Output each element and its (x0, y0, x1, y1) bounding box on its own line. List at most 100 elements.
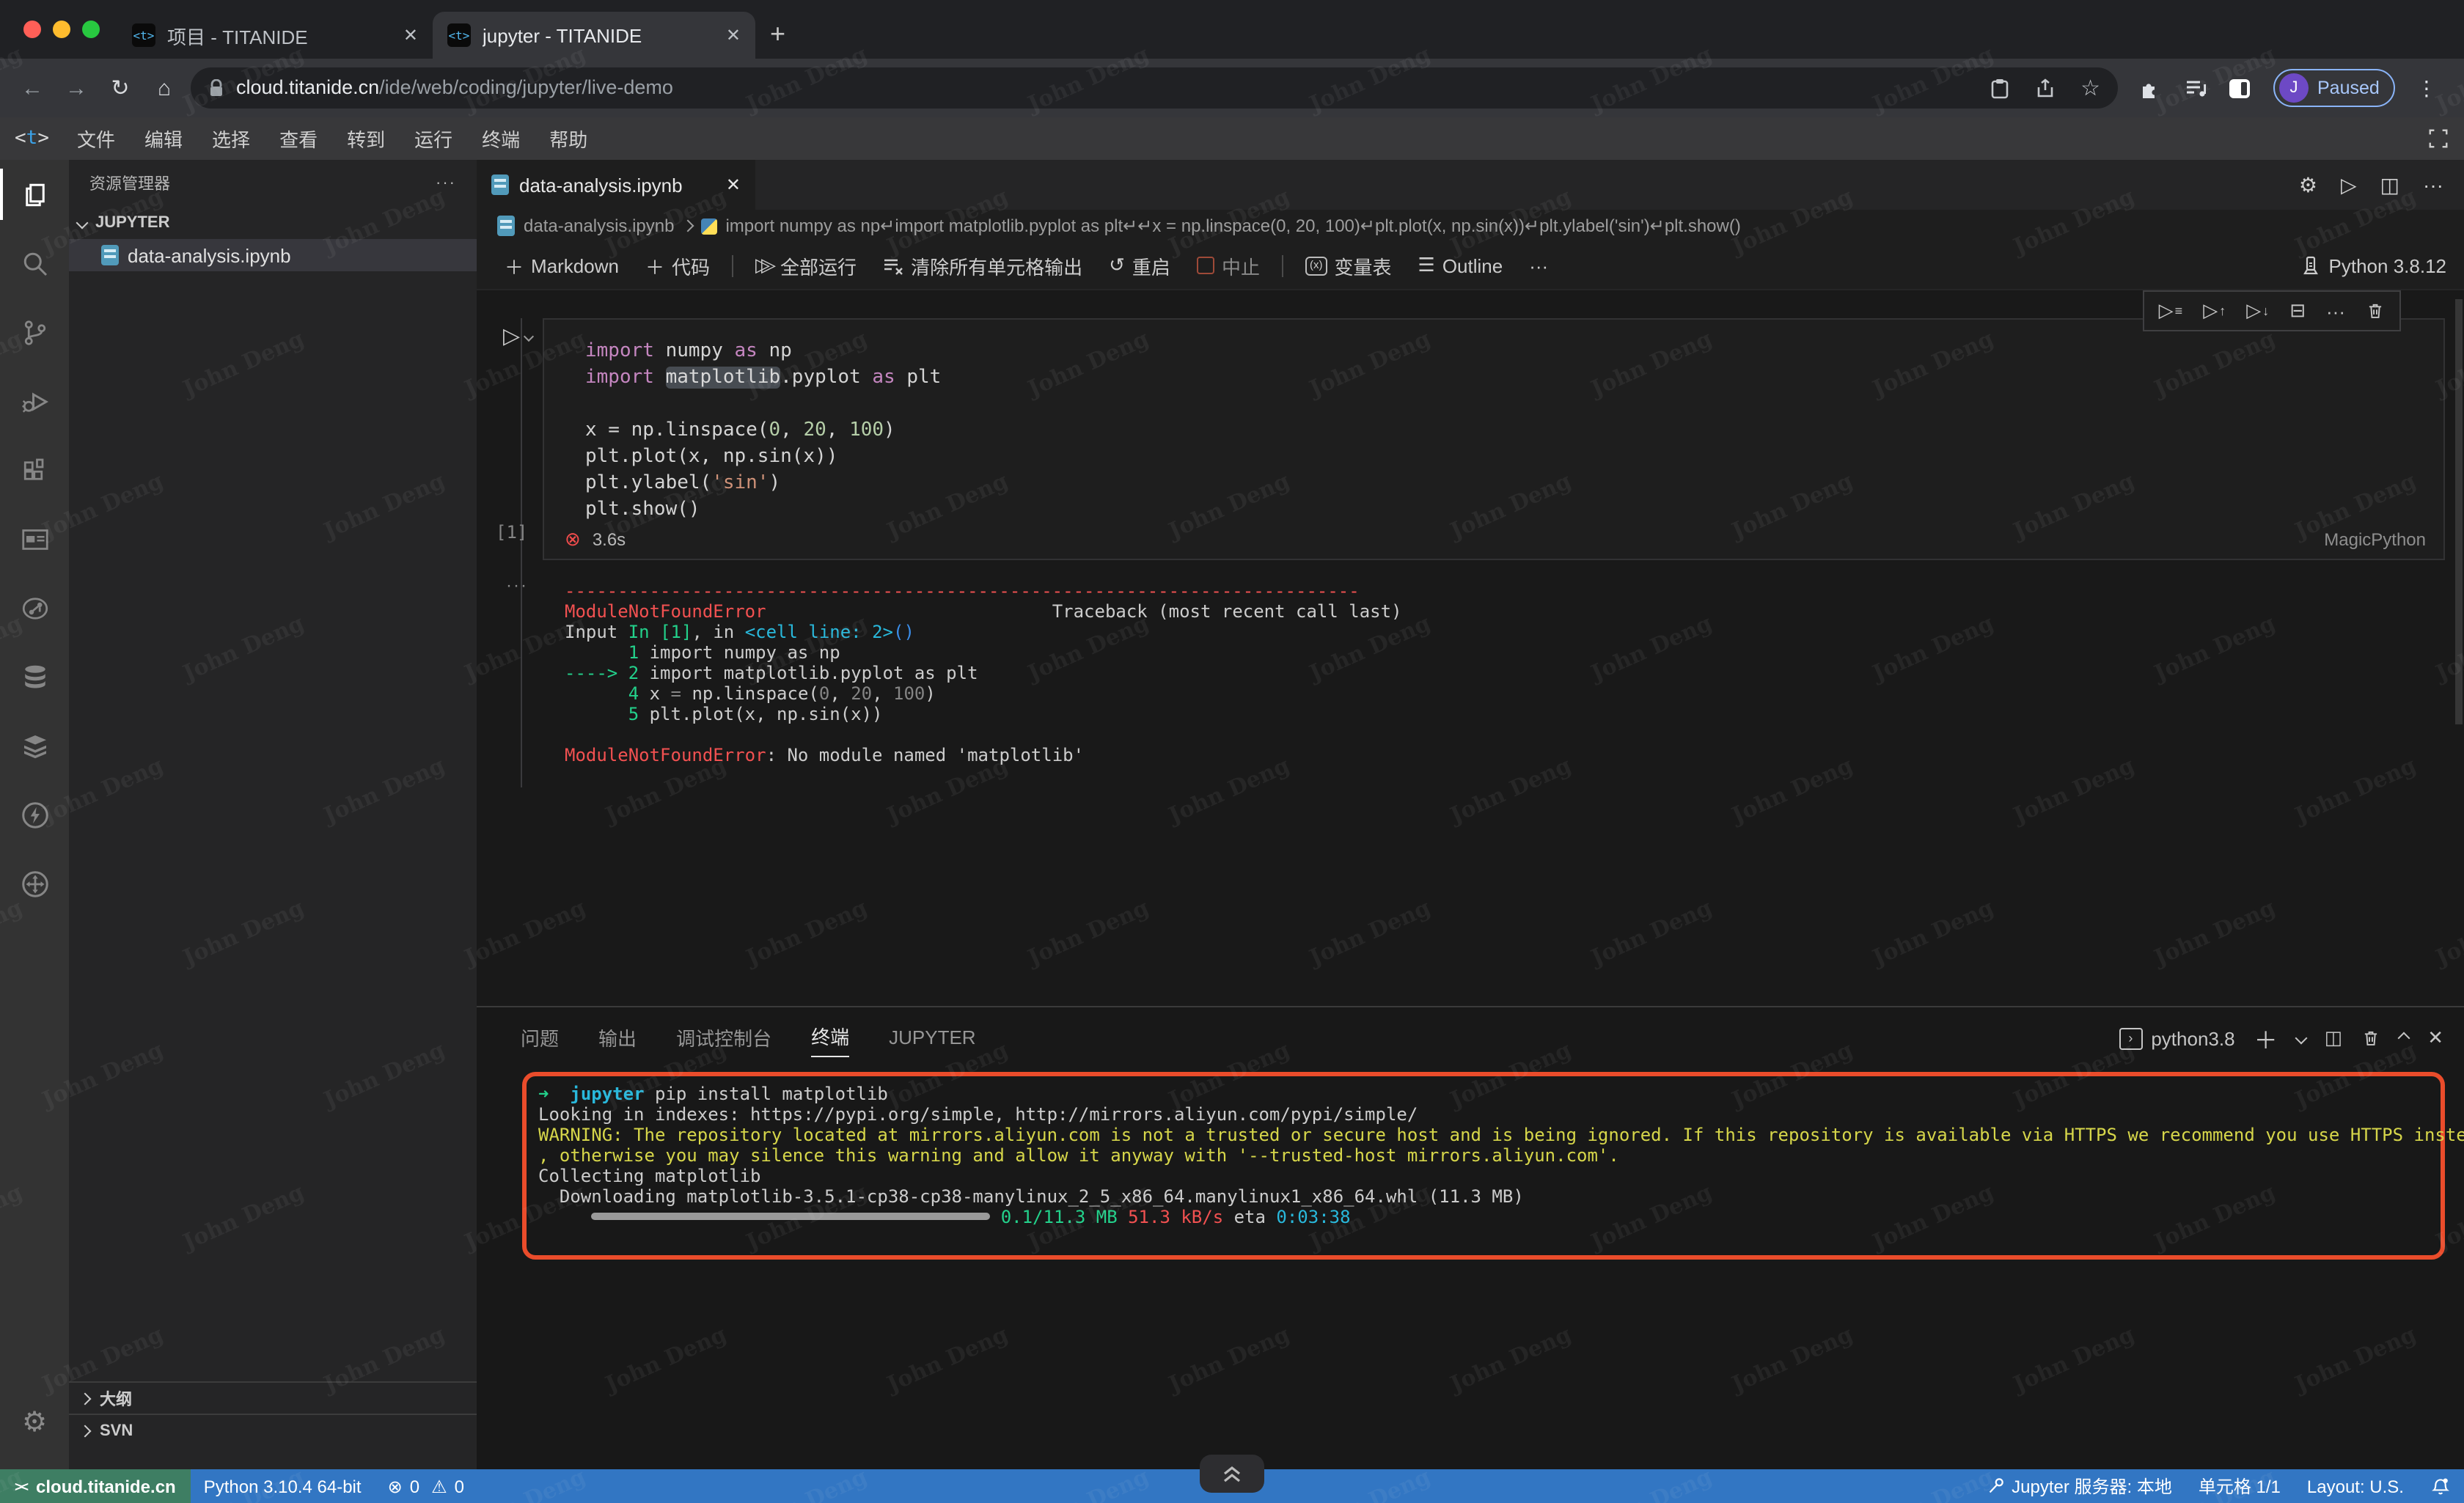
notebook-settings-gear-icon[interactable]: ⚙ (2299, 172, 2317, 197)
kill-terminal-icon[interactable] (2361, 1028, 2380, 1048)
remote-indicator[interactable]: >< cloud.titanide.cn (0, 1469, 191, 1503)
minimize-window-button[interactable] (53, 21, 70, 38)
activity-redis-button[interactable] (0, 711, 69, 780)
cell-language[interactable]: MagicPython (2324, 529, 2426, 550)
panel-tab-problems[interactable]: 问题 (521, 1017, 559, 1056)
close-editor-tab-icon[interactable]: ✕ (726, 174, 741, 195)
breadcrumb-code-summary[interactable]: import numpy as np↵import matplotlib.pyp… (725, 216, 1740, 236)
run-notebook-icon[interactable]: ▷ (2341, 172, 2357, 197)
settings-gear-icon[interactable]: ⚙ (0, 1389, 69, 1458)
run-below-icon[interactable]: ▷↓ (2246, 299, 2269, 323)
sidebar-more-actions-icon[interactable]: ··· (436, 174, 456, 192)
save-page-icon[interactable] (1990, 77, 2009, 99)
split-editor-icon[interactable]: ◫ (2380, 172, 2399, 197)
menu-edit[interactable]: 编辑 (131, 125, 196, 152)
add-markdown-button[interactable]: ＋Markdown (494, 251, 629, 279)
execute-cell-and-below-icon[interactable]: ▷≡ (2159, 299, 2183, 323)
share-icon[interactable] (2035, 77, 2054, 99)
run-cell-button[interactable]: ▷ (503, 323, 532, 349)
layout-status[interactable]: Layout: U.S. (2294, 1476, 2417, 1496)
cell-more-actions-icon[interactable]: ··· (2326, 300, 2345, 322)
shell-selector[interactable]: › python3.8 (2119, 1027, 2234, 1049)
restart-kernel-button[interactable]: ↺重启 (1099, 251, 1181, 279)
browser-tab-project[interactable]: <t> 项目 - TITANIDE ✕ (117, 12, 433, 59)
terminal-dropdown-icon[interactable] (2295, 1032, 2307, 1045)
activity-run-debug-button[interactable] (0, 367, 69, 436)
editor-scrollbar[interactable] (2455, 299, 2463, 724)
problems-status[interactable]: ⊗0 ⚠0 (375, 1476, 477, 1496)
editor-more-actions-icon[interactable]: ··· (2423, 173, 2443, 196)
interrupt-button[interactable]: 中止 (1187, 251, 1270, 279)
activity-svn-button[interactable] (0, 573, 69, 642)
toolbar-more-icon[interactable]: ··· (1519, 254, 1558, 276)
activity-scale-button[interactable] (0, 849, 69, 918)
bookmark-star-icon[interactable]: ☆ (2080, 75, 2100, 101)
outline-button[interactable]: ☰Outline (1408, 254, 1514, 277)
screen: <t> 项目 - TITANIDE ✕ <t> jupyter - TITANI… (0, 0, 2464, 1503)
sidebar-section-outline[interactable]: 大纲 (69, 1381, 477, 1414)
menu-run[interactable]: 运行 (401, 125, 466, 152)
breadcrumb[interactable]: data-analysis.ipynb import numpy as np↵i… (477, 210, 2464, 242)
add-code-button[interactable]: ＋代码 (635, 251, 720, 279)
panel-tab-debug-console[interactable]: 调试控制台 (676, 1017, 771, 1056)
back-icon[interactable]: ← (15, 76, 50, 100)
activity-explorer-button[interactable] (0, 160, 69, 229)
sidebar-section-jupyter[interactable]: JUPYTER (69, 207, 477, 239)
panel-tab-jupyter[interactable]: JUPYTER (889, 1020, 975, 1054)
restore-panel-button[interactable] (1200, 1455, 1264, 1493)
activity-power-button[interactable] (0, 780, 69, 849)
terminal-output[interactable]: ➜ jupyter pip install matplotlibLooking … (538, 1084, 2429, 1227)
maximize-panel-icon[interactable] (2398, 1032, 2410, 1045)
activity-source-control-button[interactable] (0, 298, 69, 367)
editor-tab-notebook[interactable]: data-analysis.ipynb ✕ (477, 160, 755, 210)
cell-code[interactable]: import numpy as npimport matplotlib.pypl… (544, 320, 2443, 523)
extensions-puzzle-icon[interactable] (2138, 76, 2163, 100)
split-terminal-icon[interactable]: ◫ (2325, 1026, 2343, 1050)
menu-view[interactable]: 查看 (266, 125, 331, 152)
fullscreen-icon[interactable] (2427, 128, 2449, 150)
cell-indicator-status[interactable]: 单元格 1/1 (2185, 1474, 2294, 1499)
home-icon[interactable]: ⌂ (147, 76, 182, 100)
run-above-icon[interactable]: ▷↑ (2203, 299, 2226, 323)
panel-tab-terminal[interactable]: 终端 (811, 1016, 849, 1057)
close-tab-icon[interactable]: ✕ (726, 25, 741, 45)
maximize-window-button[interactable] (82, 21, 100, 38)
activity-search-button[interactable] (0, 229, 69, 298)
jupyter-server-status[interactable]: Jupyter 服务器: 本地 (1972, 1474, 2185, 1499)
code-cell[interactable]: import numpy as npimport matplotlib.pypl… (543, 318, 2445, 560)
file-item-notebook[interactable]: data-analysis.ipynb (69, 239, 477, 271)
notifications-bell-icon[interactable] (2417, 1476, 2464, 1496)
kernel-picker[interactable]: Python 3.8.12 (2301, 254, 2446, 276)
activity-extensions-button[interactable] (0, 436, 69, 504)
variables-button[interactable]: (x)变量表 (1295, 251, 1402, 279)
playlist-icon[interactable] (2184, 77, 2209, 99)
menu-terminal[interactable]: 终端 (469, 125, 533, 152)
activity-preview-button[interactable] (0, 504, 69, 573)
delete-cell-icon[interactable] (2366, 301, 2385, 321)
browser-tab-jupyter[interactable]: <t> jupyter - TITANIDE ✕ (433, 12, 755, 59)
forward-icon[interactable]: → (59, 76, 94, 100)
menu-goto[interactable]: 转到 (334, 125, 398, 152)
reload-icon[interactable]: ↻ (103, 75, 138, 101)
close-panel-icon[interactable]: ✕ (2427, 1026, 2443, 1050)
menu-file[interactable]: 文件 (64, 125, 128, 152)
address-bar[interactable]: cloud.titanide.cn/ide/web/coding/jupyter… (191, 67, 2118, 109)
menu-help[interactable]: 帮助 (536, 125, 601, 152)
run-all-button[interactable]: ▷▷全部运行 (745, 251, 867, 279)
browser-menu-icon[interactable]: ⋮ (2416, 76, 2437, 100)
sidebar-section-svn[interactable]: SVN (69, 1414, 477, 1446)
close-tab-icon[interactable]: ✕ (403, 25, 418, 45)
activity-database-button[interactable] (0, 642, 69, 711)
close-window-button[interactable] (23, 21, 41, 38)
panel-tab-output[interactable]: 输出 (598, 1017, 637, 1056)
new-terminal-icon[interactable]: ＋ (2254, 1021, 2278, 1056)
python-interpreter-status[interactable]: Python 3.10.4 64-bit (191, 1476, 375, 1496)
clear-outputs-button[interactable]: 清除所有单元格输出 (873, 251, 1093, 279)
new-tab-button[interactable]: + (770, 19, 785, 50)
browser-profile-button[interactable]: J Paused (2273, 69, 2396, 107)
output-collapse-dots[interactable]: ··· (506, 575, 528, 595)
side-panel-icon[interactable] (2229, 78, 2250, 98)
menu-selection[interactable]: 选择 (199, 125, 263, 152)
split-cell-icon[interactable]: ⊟ (2289, 299, 2306, 323)
breadcrumb-file[interactable]: data-analysis.ipynb (524, 216, 674, 236)
